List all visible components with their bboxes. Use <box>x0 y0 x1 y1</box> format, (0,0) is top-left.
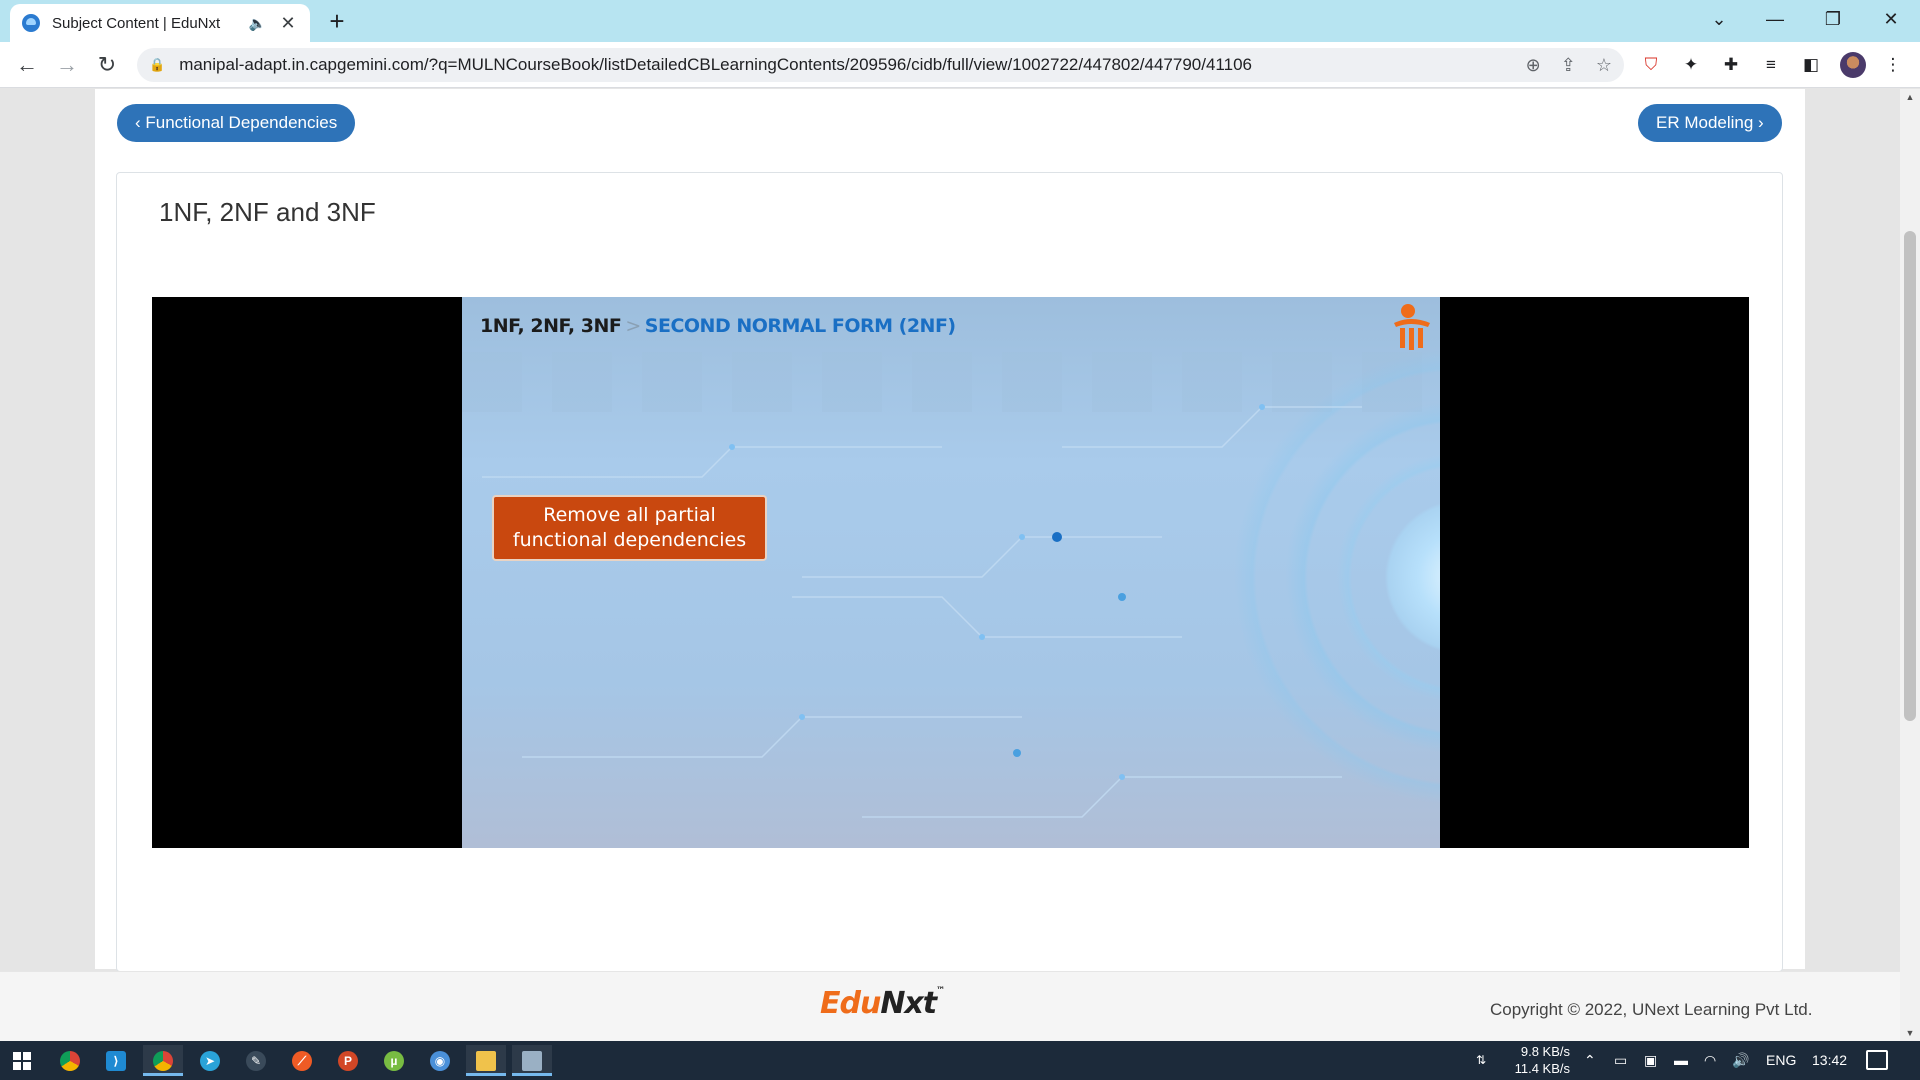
restore-button[interactable]: ❐ <box>1810 4 1856 34</box>
slide-section-title: SECOND NORMAL FORM (2NF) <box>644 315 956 337</box>
page-viewport: ‹ Functional Dependencies ER Modeling › … <box>0 89 1920 1041</box>
show-hidden-icons-chevron-icon[interactable]: ⌃ <box>1584 1041 1596 1080</box>
net-upload-speed: 9.8 KB/s <box>1520 1044 1570 1059</box>
speaker-mute-icon[interactable]: 🔈 <box>249 15 266 32</box>
slide-callout: Remove all partial functional dependenci… <box>492 495 767 561</box>
slide-heading: 1NF, 2NF, 3NF > SECOND NORMAL FORM (2NF) <box>480 315 956 337</box>
utorrent-taskbar-icon[interactable]: µ <box>374 1045 414 1076</box>
next-topic-button[interactable]: ER Modeling › <box>1638 104 1782 142</box>
media-control-icon[interactable]: ≡ <box>1758 52 1784 78</box>
circuit-lines <box>482 404 1362 818</box>
minimize-button[interactable]: — <box>1752 4 1798 34</box>
browser-tab-strip: Subject Content | EduNxt 🔈 ✕ + ⌄ — ❐ ✕ <box>0 0 1920 42</box>
monitor-taskbar-icon[interactable] <box>512 1045 552 1076</box>
net-download-speed: 11.4 KB/s <box>1514 1061 1570 1076</box>
volume-icon[interactable]: 🔊 <box>1732 1041 1749 1080</box>
new-tab-button[interactable]: + <box>322 6 352 36</box>
close-window-button[interactable]: ✕ <box>1868 4 1914 34</box>
tab-close-icon[interactable]: ✕ <box>278 13 298 34</box>
scroll-down-arrow-icon[interactable]: ▼ <box>1900 1025 1920 1041</box>
windows-taskbar: ⟩ ➤ ✎ ⟋ P µ ◉ ⇅ 9.8 KB/s 11.4 KB/s ⌃ ▭ ▣… <box>0 1041 1920 1080</box>
logo-nxt: Nxt <box>880 986 937 1021</box>
scrollbar-thumb[interactable] <box>1904 231 1916 721</box>
video-frame: 1NF, 2NF, 3NF > SECOND NORMAL FORM (2NF) R… <box>462 297 1440 848</box>
slide-separator: > <box>625 315 641 337</box>
copyright-text: Copyright © 2022, UNext Learning Pvt Ltd… <box>1490 1000 1813 1019</box>
address-bar[interactable]: 🔒 manipal-adapt.in.capgemini.com/?q=MULN… <box>137 48 1624 82</box>
telegram-taskbar-icon[interactable]: ➤ <box>190 1045 230 1076</box>
edunxt-logo: EduNxt™ <box>820 986 945 1021</box>
share-icon[interactable]: ⇪ <box>1561 55 1576 76</box>
zoom-icon[interactable]: ⊕ <box>1526 55 1541 76</box>
lock-icon[interactable]: 🔒 <box>149 57 165 73</box>
extension-shield-icon[interactable]: ⛉ <box>1638 52 1664 78</box>
browser-tab-active[interactable]: Subject Content | EduNxt 🔈 ✕ <box>10 4 310 42</box>
content-card: 1NF, 2NF and 3NF 1NF, 2NF, 3NF > SECOND … <box>116 172 1783 972</box>
powerpoint-taskbar-icon[interactable]: P <box>328 1045 368 1076</box>
language-indicator[interactable]: ENG <box>1766 1041 1796 1080</box>
vscode-taskbar-icon[interactable]: ⟩ <box>96 1045 136 1076</box>
scroll-up-arrow-icon[interactable]: ▲ <box>1900 89 1920 105</box>
network-speed: 9.8 KB/s 11.4 KB/s <box>1510 1043 1570 1077</box>
slide-crumb: 1NF, 2NF, 3NF <box>480 315 622 337</box>
forward-arrow-icon[interactable]: → <box>52 50 82 80</box>
page-title: 1NF, 2NF and 3NF <box>159 197 376 227</box>
tab-search-chevron-icon[interactable]: ⌄ <box>1696 4 1742 34</box>
manipal-logo-icon <box>1394 304 1430 350</box>
inkscape-taskbar-icon[interactable]: ✎ <box>236 1045 276 1076</box>
url-text[interactable]: manipal-adapt.in.capgemini.com/?q=MULNCo… <box>179 55 1505 75</box>
extension-cat-icon[interactable]: ✦ <box>1678 52 1704 78</box>
page-scrollbar[interactable]: ▲ ▼ <box>1900 89 1920 1041</box>
postman-taskbar-icon[interactable]: ⟋ <box>282 1045 322 1076</box>
profile-avatar[interactable] <box>1840 52 1866 78</box>
tab-title: Subject Content | EduNxt <box>52 14 221 32</box>
back-arrow-icon[interactable]: ← <box>12 50 42 80</box>
edunxt-favicon-icon <box>22 14 40 32</box>
battery-icon[interactable]: ▬ <box>1674 1041 1688 1080</box>
notification-center-icon[interactable] <box>1866 1050 1888 1070</box>
logo-edu: Edu <box>820 986 881 1021</box>
chrome-menu-icon[interactable]: ⋮ <box>1880 52 1906 78</box>
page-footer: EduNxt™ Copyright © 2022, UNext Learning… <box>0 971 1900 1041</box>
chrome-active-taskbar-icon[interactable] <box>143 1045 183 1076</box>
tray-updown-icon[interactable]: ⇅ <box>1476 1041 1486 1080</box>
chrome-taskbar-icon[interactable] <box>50 1045 90 1076</box>
bookmark-star-icon[interactable]: ☆ <box>1596 55 1612 76</box>
wifi-icon[interactable]: ◠ <box>1704 1041 1716 1080</box>
logo-trademark: ™ <box>936 986 945 996</box>
meet-now-icon[interactable]: ▣ <box>1644 1041 1657 1080</box>
video-player[interactable]: 1NF, 2NF, 3NF > SECOND NORMAL FORM (2NF) R… <box>152 297 1749 848</box>
extensions-puzzle-icon[interactable]: ✚ <box>1718 52 1744 78</box>
file-explorer-taskbar-icon[interactable] <box>466 1045 506 1076</box>
browser-toolbar: ← → ↻ 🔒 manipal-adapt.in.capgemini.com/?… <box>0 42 1920 88</box>
prev-topic-button[interactable]: ‹ Functional Dependencies <box>117 104 356 142</box>
clock-time[interactable]: 13:42 <box>1812 1041 1847 1080</box>
windows-start-icon[interactable] <box>2 1045 42 1076</box>
chromium-taskbar-icon[interactable]: ◉ <box>420 1045 460 1076</box>
reload-icon[interactable]: ↻ <box>92 50 122 80</box>
side-panel-icon[interactable]: ◧ <box>1798 52 1824 78</box>
tablet-icon[interactable]: ▭ <box>1614 1041 1627 1080</box>
